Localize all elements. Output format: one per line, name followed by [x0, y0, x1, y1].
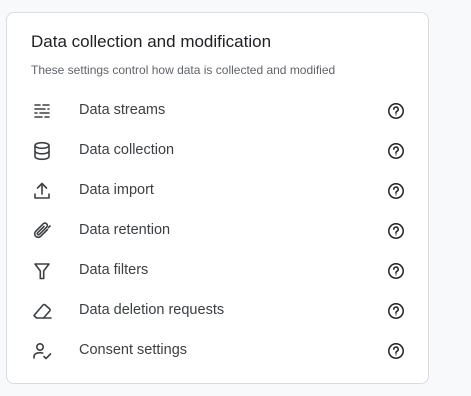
settings-item-data-import[interactable]: Data import: [7, 170, 428, 210]
person-check-icon: [31, 340, 53, 362]
settings-item-data-retention[interactable]: Data retention: [7, 210, 428, 250]
settings-item-label: Consent settings: [79, 342, 188, 358]
settings-item-data-filters[interactable]: Data filters: [7, 250, 428, 290]
settings-list: Data streams Data collection Data import…: [7, 90, 428, 370]
settings-item-label: Data import: [79, 182, 154, 198]
upload-icon: [31, 180, 53, 202]
data-collection-card: Data collection and modification These s…: [6, 12, 429, 384]
settings-item-label: Data streams: [79, 102, 166, 118]
help-circle-icon[interactable]: [387, 222, 405, 240]
settings-item-data-deletion-requests[interactable]: Data deletion requests: [7, 290, 428, 330]
data-streams-icon: [31, 100, 53, 122]
settings-item-label: Data deletion requests: [79, 302, 225, 318]
help-circle-icon[interactable]: [387, 342, 405, 360]
eraser-icon: [31, 300, 53, 322]
settings-item-label: Data filters: [79, 262, 149, 278]
settings-item-data-collection[interactable]: Data collection: [7, 130, 428, 170]
settings-item-label: Data collection: [79, 142, 175, 158]
paperclip-icon: [31, 220, 53, 242]
card-title: Data collection and modification: [31, 32, 272, 51]
settings-item-consent-settings[interactable]: Consent settings: [7, 330, 428, 370]
filter-icon: [31, 260, 53, 282]
help-circle-icon[interactable]: [387, 302, 405, 320]
help-circle-icon[interactable]: [387, 182, 405, 200]
help-circle-icon[interactable]: [387, 142, 405, 160]
settings-item-data-streams[interactable]: Data streams: [7, 90, 428, 130]
help-circle-icon[interactable]: [387, 102, 405, 120]
database-icon: [31, 140, 53, 162]
help-circle-icon[interactable]: [387, 262, 405, 280]
card-subtitle: These settings control how data is colle…: [31, 63, 336, 77]
settings-item-label: Data retention: [79, 222, 171, 238]
